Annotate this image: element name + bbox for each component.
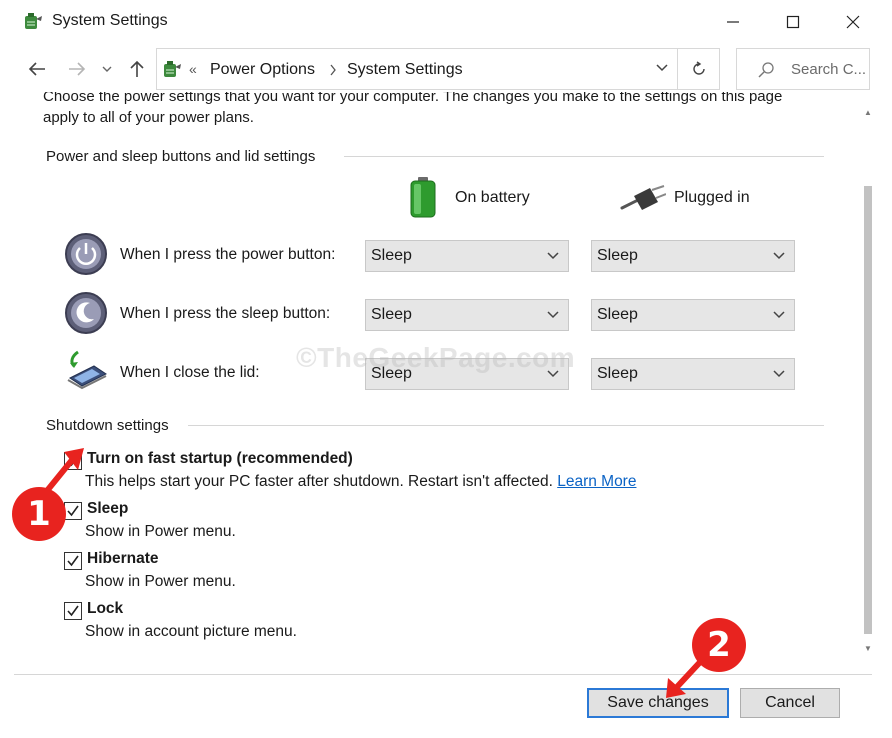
sleep-desc: Show in Power menu. — [85, 523, 236, 540]
power-button-label: When I press the power button: — [120, 246, 336, 263]
address-dropdown-icon[interactable] — [655, 63, 669, 73]
minimize-icon — [727, 21, 739, 23]
lock-checkbox[interactable] — [64, 602, 82, 620]
checkmark-icon — [67, 455, 79, 467]
arrow-right-icon — [69, 62, 86, 76]
search-icon — [758, 62, 774, 78]
hibernate-desc: Show in Power menu. — [85, 573, 236, 590]
power-button-icon — [65, 233, 107, 275]
footer-divider — [14, 674, 872, 675]
section-divider — [188, 425, 824, 426]
battery-icon — [410, 177, 436, 218]
sleep-button-plugged-select[interactable]: Sleep — [591, 299, 795, 331]
power-options-icon — [25, 13, 42, 29]
sleep-checkbox[interactable] — [64, 502, 82, 520]
learn-more-link[interactable]: Learn More — [557, 473, 636, 490]
select-value: Sleep — [597, 247, 638, 264]
cancel-button[interactable]: Cancel — [740, 688, 840, 718]
chevron-down-icon — [547, 311, 559, 319]
section-divider — [344, 156, 824, 157]
arrow-up-icon — [130, 60, 144, 77]
refresh-button[interactable] — [678, 48, 720, 90]
breadcrumb-system-settings[interactable]: System Settings — [347, 61, 463, 79]
search-placeholder: Search C... — [791, 61, 867, 78]
fast-startup-desc: This helps start your PC faster after sh… — [85, 473, 636, 491]
fast-startup-checkbox[interactable] — [64, 452, 82, 470]
power-plug-icon — [620, 185, 666, 210]
vertical-scrollbar[interactable]: ▲ ▼ — [862, 96, 874, 662]
fast-startup-title[interactable]: Turn on fast startup (recommended) — [87, 450, 353, 468]
breadcrumb-overflow[interactable]: « — [189, 61, 197, 77]
power-section-heading: Power and sleep buttons and lid settings — [46, 148, 316, 165]
select-value: Sleep — [597, 306, 638, 323]
plugged-in-label: Plugged in — [674, 189, 750, 206]
power-button-battery-select[interactable]: Sleep — [365, 240, 569, 272]
lock-title[interactable]: Lock — [87, 600, 123, 618]
save-changes-button[interactable]: Save changes — [587, 688, 729, 718]
lock-desc: Show in account picture menu. — [85, 623, 297, 640]
chevron-down-icon — [102, 66, 112, 72]
checkmark-icon — [67, 555, 79, 567]
select-value: Sleep — [597, 365, 638, 382]
chevron-down-icon — [773, 252, 785, 260]
checkmark-icon — [67, 505, 79, 517]
select-value: Sleep — [371, 247, 412, 264]
sleep-button-label: When I press the sleep button: — [120, 305, 331, 322]
up-button[interactable] — [126, 58, 148, 80]
sleep-title[interactable]: Sleep — [87, 500, 128, 518]
laptop-lid-icon — [67, 350, 107, 390]
arrow-left-icon — [28, 62, 45, 76]
sleep-button-icon — [65, 292, 107, 334]
scroll-down-icon[interactable]: ▼ — [864, 644, 872, 653]
minimize-button[interactable] — [718, 8, 748, 36]
on-battery-label: On battery — [455, 189, 530, 206]
checkmark-icon — [67, 605, 79, 617]
refresh-icon — [692, 61, 705, 75]
back-button[interactable] — [26, 58, 48, 80]
shutdown-section-heading: Shutdown settings — [46, 417, 169, 434]
intro-text: Choose the power settings that you want … — [43, 92, 783, 126]
recent-locations-button[interactable] — [100, 58, 114, 80]
forward-button[interactable] — [66, 58, 88, 80]
hibernate-checkbox[interactable] — [64, 552, 82, 570]
step2-badge: 2 — [692, 618, 746, 672]
fast-startup-desc-text: This helps start your PC faster after sh… — [85, 473, 553, 490]
breadcrumb-power-options[interactable]: Power Options — [210, 61, 315, 79]
sleep-button-battery-select[interactable]: Sleep — [365, 299, 569, 331]
chevron-down-icon — [773, 370, 785, 378]
scroll-up-icon[interactable]: ▲ — [864, 108, 872, 117]
maximize-icon — [786, 15, 800, 29]
maximize-button[interactable] — [778, 8, 808, 36]
search-box[interactable]: Search C... — [736, 48, 870, 90]
chevron-down-icon — [773, 311, 785, 319]
watermark: ©TheGeekPage.com — [296, 342, 576, 373]
step1-badge: 1 — [12, 487, 66, 541]
title-bar: System Settings — [0, 0, 892, 44]
close-lid-plugged-select[interactable]: Sleep — [591, 358, 795, 390]
close-icon — [846, 15, 860, 29]
scrollbar-thumb[interactable] — [864, 186, 872, 634]
address-bar[interactable]: « Power Options System Settings — [156, 48, 678, 90]
select-value: Sleep — [371, 306, 412, 323]
chevron-down-icon — [547, 252, 559, 260]
window-title: System Settings — [52, 12, 168, 29]
settings-content: Choose the power settings that you want … — [0, 92, 860, 662]
power-button-plugged-select[interactable]: Sleep — [591, 240, 795, 272]
power-options-icon — [164, 61, 181, 77]
breadcrumb-separator-icon — [330, 64, 336, 76]
hibernate-title[interactable]: Hibernate — [87, 550, 159, 568]
close-button[interactable] — [838, 8, 868, 36]
close-lid-label: When I close the lid: — [120, 364, 260, 381]
